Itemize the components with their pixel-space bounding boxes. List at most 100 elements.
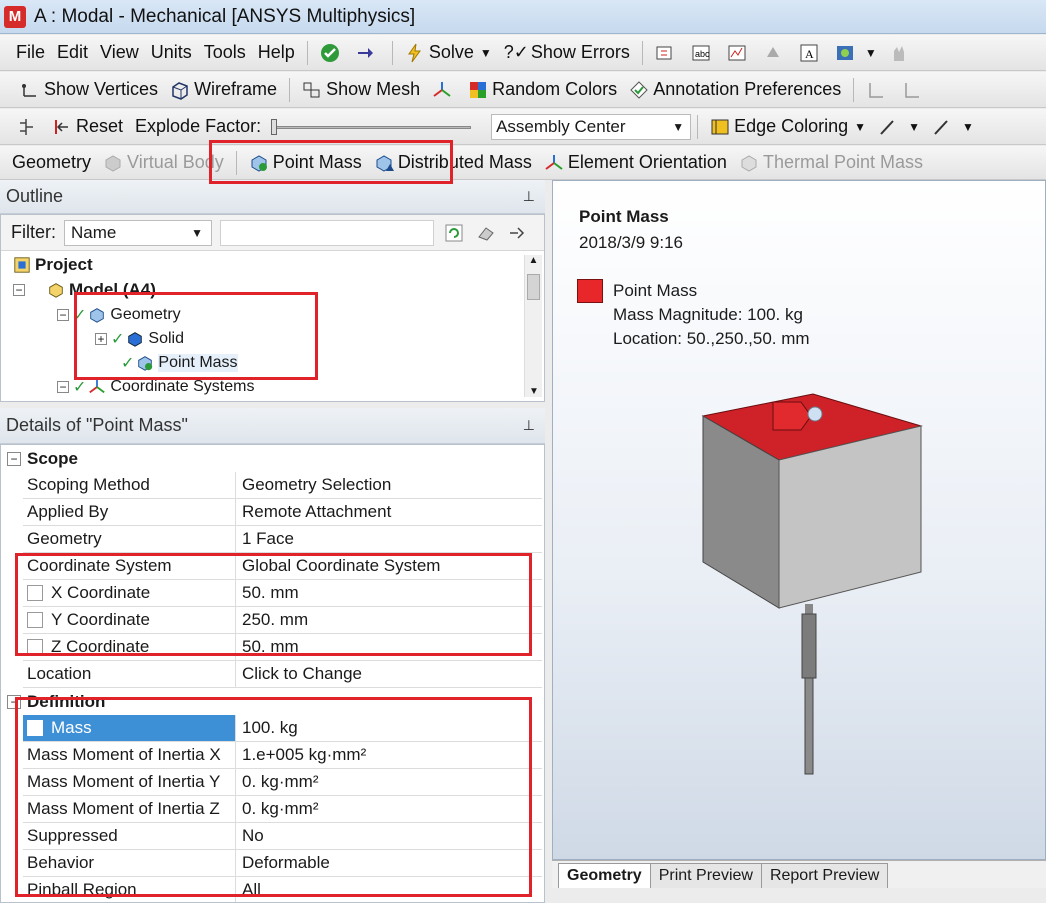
details-row-value[interactable]: 1.e+005 kg·mm² bbox=[236, 742, 542, 768]
slider-handle[interactable] bbox=[271, 118, 278, 135]
details-row[interactable]: Suppressed No bbox=[23, 823, 542, 850]
details-row-value[interactable]: Geometry Selection bbox=[236, 472, 542, 498]
details-row-value[interactable]: 50. mm bbox=[236, 634, 542, 660]
details-row-value[interactable]: Remote Attachment bbox=[236, 499, 542, 525]
eraser-icon[interactable] bbox=[476, 223, 496, 243]
pin-icon[interactable]: ⊥ bbox=[523, 188, 535, 205]
details-row[interactable]: Mass 100. kg bbox=[23, 715, 542, 742]
reset-button[interactable]: Reset bbox=[46, 109, 129, 144]
parameter-checkbox[interactable] bbox=[27, 720, 43, 736]
refresh-icon[interactable] bbox=[444, 223, 464, 243]
collapse-icon[interactable]: − bbox=[57, 380, 69, 394]
details-row[interactable]: Mass Moment of Inertia Y 0. kg·mm² bbox=[23, 769, 542, 796]
edge-coloring-button[interactable]: Edge Coloring ▼ bbox=[704, 109, 872, 144]
parameter-checkbox[interactable] bbox=[27, 612, 43, 628]
chevron-down-icon[interactable]: ▼ bbox=[854, 120, 866, 134]
distributed-mass-button[interactable]: Distributed Mass bbox=[368, 146, 538, 179]
toolbar-icon-button[interactable]: abc bbox=[685, 35, 721, 70]
scroll-up-icon[interactable]: ▲ bbox=[525, 255, 542, 266]
menu-file[interactable]: File bbox=[10, 35, 51, 70]
chevron-down-icon[interactable]: ▼ bbox=[865, 46, 877, 60]
collapse-icon[interactable]: − bbox=[7, 694, 21, 709]
details-row-value[interactable]: Deformable bbox=[236, 850, 542, 876]
assembly-center-dropdown[interactable]: Assembly Center ▼ bbox=[491, 113, 692, 140]
details-row[interactable]: Applied By Remote Attachment bbox=[23, 499, 542, 526]
details-row[interactable]: Scoping Method Geometry Selection bbox=[23, 472, 542, 499]
tab-geometry[interactable]: Geometry bbox=[558, 863, 651, 888]
chevron-down-icon[interactable]: ▼ bbox=[191, 226, 203, 240]
parameter-checkbox[interactable] bbox=[27, 585, 43, 601]
details-row[interactable]: Coordinate System Global Coordinate Syste… bbox=[23, 553, 542, 580]
toolbar-icon-button[interactable] bbox=[649, 35, 685, 70]
menu-edit[interactable]: Edit bbox=[51, 35, 94, 70]
details-row[interactable]: Behavior Deformable bbox=[23, 850, 542, 877]
explode-factor-slider[interactable] bbox=[271, 117, 472, 137]
thermal-point-mass-button[interactable]: Thermal Point Mass bbox=[733, 146, 929, 179]
menu-help[interactable]: Help bbox=[252, 35, 301, 70]
details-row-value[interactable]: All bbox=[236, 877, 542, 902]
details-row[interactable]: Location Click to Change bbox=[23, 661, 542, 688]
details-row-value[interactable]: 0. kg·mm² bbox=[236, 796, 542, 822]
details-row-value[interactable]: 50. mm bbox=[236, 580, 542, 606]
tree-item-point-mass[interactable]: ✓ Point Mass bbox=[121, 353, 238, 373]
tab-report-preview[interactable]: Report Preview bbox=[760, 863, 889, 888]
filter-search-input[interactable] bbox=[220, 219, 434, 246]
chevron-down-icon[interactable]: ▼ bbox=[480, 46, 492, 60]
menu-view[interactable]: View bbox=[94, 35, 145, 70]
element-orientation-button[interactable]: Element Orientation bbox=[538, 146, 733, 179]
triad-button[interactable] bbox=[426, 72, 462, 107]
solve-button[interactable]: Solve ▼ bbox=[399, 35, 498, 70]
scope-group-header[interactable]: − Scope bbox=[1, 445, 544, 472]
annotation-preferences-button[interactable]: Annotation Preferences bbox=[623, 72, 847, 107]
toolbar-icon-button[interactable] bbox=[721, 35, 757, 70]
model-cube-graphic[interactable] bbox=[693, 386, 933, 786]
edge-tool-button[interactable]: ▼ bbox=[926, 109, 980, 144]
toolbar-icon-button[interactable] bbox=[883, 35, 919, 70]
random-colors-button[interactable]: Random Colors bbox=[462, 72, 623, 107]
graphics-viewport[interactable]: Point Mass 2018/3/9 9:16 Point Mass Mass… bbox=[552, 180, 1046, 860]
chevron-down-icon[interactable]: ▼ bbox=[962, 120, 974, 134]
wireframe-button[interactable]: Wireframe bbox=[164, 72, 283, 107]
tree-item-geometry[interactable]: − ✓ Geometry bbox=[57, 305, 181, 325]
details-row[interactable]: Z Coordinate 50. mm bbox=[23, 634, 542, 661]
show-errors-button[interactable]: ?✓ Show Errors bbox=[498, 35, 636, 70]
tab-print-preview[interactable]: Print Preview bbox=[649, 863, 762, 888]
scroll-thumb[interactable] bbox=[527, 274, 540, 300]
pin-icon[interactable]: ⊥ bbox=[523, 417, 535, 434]
chevron-down-icon[interactable]: ▼ bbox=[908, 120, 920, 134]
edge-tool-button[interactable]: ▼ bbox=[872, 109, 926, 144]
collapse-icon[interactable]: − bbox=[13, 283, 25, 297]
parameter-checkbox[interactable] bbox=[27, 639, 43, 655]
details-row[interactable]: Pinball Region All bbox=[23, 877, 542, 902]
details-row-value[interactable]: 100. kg bbox=[236, 715, 542, 741]
menu-units[interactable]: Units bbox=[145, 35, 198, 70]
menu-tools[interactable]: Tools bbox=[198, 35, 252, 70]
expand-icon[interactable] bbox=[506, 223, 526, 243]
toolbar-icon-button[interactable]: ▼ bbox=[829, 35, 883, 70]
details-row-value[interactable]: 250. mm bbox=[236, 607, 542, 633]
transfer-button[interactable] bbox=[350, 35, 386, 70]
dimension-button[interactable] bbox=[896, 72, 932, 107]
point-mass-button[interactable]: Point Mass bbox=[243, 146, 368, 179]
collapse-icon[interactable]: − bbox=[57, 308, 69, 322]
virtual-body-button[interactable]: Virtual Body bbox=[97, 146, 230, 179]
scroll-down-icon[interactable]: ▼ bbox=[525, 386, 543, 397]
explode-icon-button[interactable] bbox=[10, 109, 46, 144]
details-row[interactable]: X Coordinate 50. mm bbox=[23, 580, 542, 607]
show-mesh-button[interactable]: Show Mesh bbox=[296, 72, 426, 107]
details-row[interactable]: Mass Moment of Inertia X 1.e+005 kg·mm² bbox=[23, 742, 542, 769]
toolbar-icon-button[interactable]: A bbox=[793, 35, 829, 70]
expand-icon[interactable]: + bbox=[95, 332, 107, 346]
check-button[interactable] bbox=[314, 35, 350, 70]
tree-item-solid[interactable]: + ✓ Solid bbox=[95, 329, 184, 349]
details-row[interactable]: Y Coordinate 250. mm bbox=[23, 607, 542, 634]
details-row-value[interactable]: Click to Change bbox=[236, 661, 542, 687]
tree-item-coordinate-systems[interactable]: − ✓ Coordinate Systems bbox=[57, 377, 254, 397]
filter-dropdown[interactable]: Name ▼ bbox=[64, 219, 212, 246]
toolbar-icon-button[interactable] bbox=[757, 35, 793, 70]
chevron-down-icon[interactable]: ▼ bbox=[672, 120, 684, 134]
collapse-icon[interactable]: − bbox=[7, 451, 21, 466]
details-row-value[interactable]: No bbox=[236, 823, 542, 849]
definition-group-header[interactable]: − Definition bbox=[1, 688, 544, 715]
tree-item-model[interactable]: − Model (A4) bbox=[13, 280, 156, 300]
